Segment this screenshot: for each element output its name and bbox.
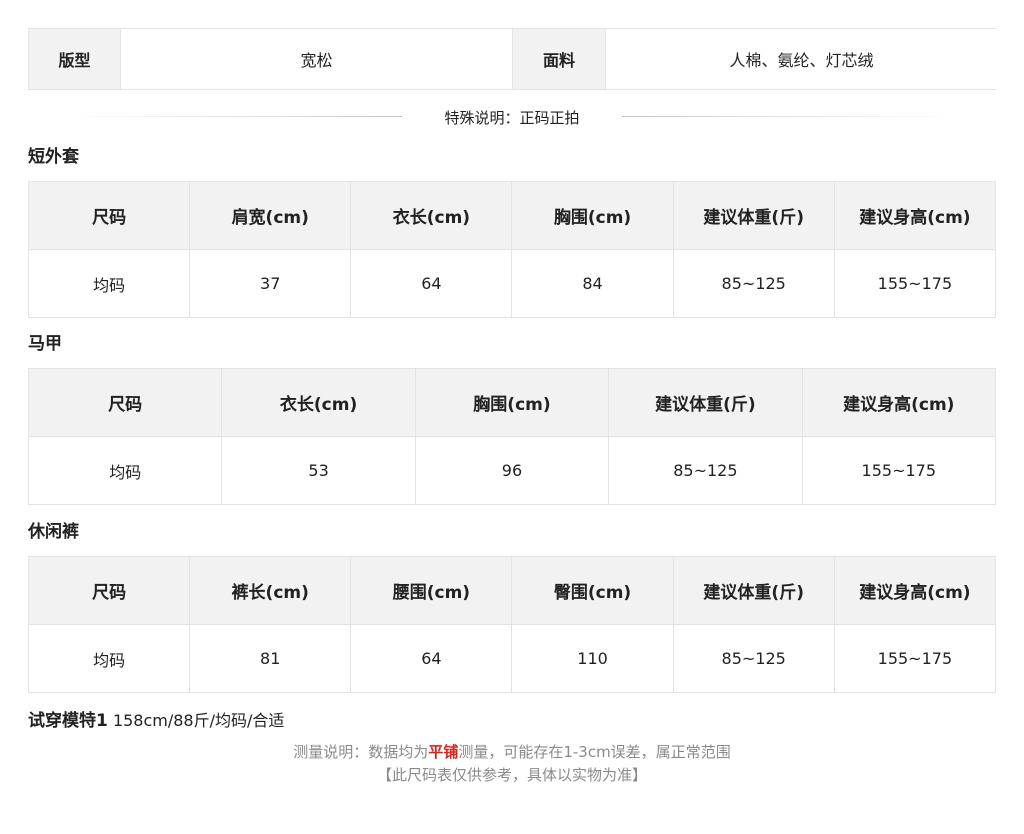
header-size: 尺码 [27,181,191,250]
model-info: 试穿模特1 158cm/88斤/均码/合适 [28,709,996,733]
measurement-note-line1: 测量说明：数据均为平铺测量，可能存在1-3cm误差，属正常范围 [28,741,996,764]
header-hip: 臀围(cm) [511,556,674,625]
cell-size: 均码 [27,624,191,693]
cell-height: 155~175 [833,249,997,318]
header-height: 建议身高(cm) [833,181,997,250]
cell-size: 均码 [27,436,223,505]
table-row: 均码 81 64 110 85~125 155~175 [27,624,997,693]
vest-size-table: 尺码 衣长(cm) 胸围(cm) 建议体重(斤) 建议身高(cm) 均码 53 … [27,368,997,505]
note-divider-right [622,116,962,117]
cell-pants-length: 81 [189,624,352,693]
vest-title: 马甲 [28,334,62,354]
jacket-title: 短外套 [28,147,79,167]
size-chart: 版型 宽松 面料 人棉、氨纶、灯芯绒 特殊说明：正码正拍 短外套 尺码 肩宽(c… [27,28,997,787]
cell-hip: 110 [511,624,674,693]
table-header-row: 尺码 裤长(cm) 腰围(cm) 臀围(cm) 建议体重(斤) 建议身高(cm) [27,556,997,625]
measure-text-before: 测量说明：数据均为 [293,743,429,761]
special-note: 特殊说明：正码正拍 [28,90,996,144]
header-size: 尺码 [27,368,223,437]
cell-shoulder: 37 [189,249,352,318]
cell-height: 155~175 [801,436,997,505]
header-height: 建议身高(cm) [801,368,997,437]
table-row: 均码 37 64 84 85~125 155~175 [27,249,997,318]
header-weight: 建议体重(斤) [672,556,835,625]
cell-length: 64 [350,249,513,318]
jacket-size-table: 尺码 肩宽(cm) 衣长(cm) 胸围(cm) 建议体重(斤) 建议身高(cm)… [27,181,997,318]
cell-bust: 84 [511,249,674,318]
measurement-note-line2: 【此尺码表仅供参考，具体以实物为准】 [376,766,647,784]
cell-size: 均码 [27,249,191,318]
fabric-value: 人棉、氨纶、灯芯绒 [605,29,997,89]
header-waist: 腰围(cm) [350,556,513,625]
header-length: 衣长(cm) [221,368,416,437]
measure-highlight: 平铺 [428,743,459,761]
header-pants-length: 裤长(cm) [189,556,352,625]
measure-text-after: 测量，可能存在1-3cm误差，属正常范围 [458,743,731,761]
header-bust: 胸围(cm) [414,368,610,437]
measurement-note: 测量说明：数据均为平铺测量，可能存在1-3cm误差，属正常范围 【此尺码表仅供参… [28,741,996,787]
product-info-table: 版型 宽松 面料 人棉、氨纶、灯芯绒 [28,28,997,90]
header-length: 衣长(cm) [350,181,513,250]
header-bust: 胸围(cm) [511,181,674,250]
cell-weight: 85~125 [608,436,803,505]
model-label: 试穿模特1 [28,711,108,731]
header-size: 尺码 [27,556,191,625]
cell-weight: 85~125 [672,624,835,693]
pants-title: 休闲裤 [28,522,79,542]
special-note-text: 特殊说明：正码正拍 [444,108,580,127]
table-header-row: 尺码 衣长(cm) 胸围(cm) 建议体重(斤) 建议身高(cm) [27,368,997,437]
pants-size-table: 尺码 裤长(cm) 腰围(cm) 臀围(cm) 建议体重(斤) 建议身高(cm)… [27,556,997,693]
cell-bust: 96 [414,436,610,505]
fabric-label: 面料 [512,29,605,89]
cell-length: 53 [221,436,416,505]
header-shoulder: 肩宽(cm) [189,181,352,250]
cell-waist: 64 [350,624,513,693]
table-header-row: 尺码 肩宽(cm) 衣长(cm) 胸围(cm) 建议体重(斤) 建议身高(cm) [27,181,997,250]
fit-label: 版型 [29,29,120,89]
cell-height: 155~175 [833,624,997,693]
header-height: 建议身高(cm) [833,556,997,625]
header-weight: 建议体重(斤) [608,368,803,437]
model-value: 158cm/88斤/均码/合适 [112,711,285,730]
table-row: 均码 53 96 85~125 155~175 [27,436,997,505]
fit-value: 宽松 [120,29,512,89]
header-weight: 建议体重(斤) [672,181,835,250]
note-divider-left [62,116,402,117]
cell-weight: 85~125 [672,249,835,318]
